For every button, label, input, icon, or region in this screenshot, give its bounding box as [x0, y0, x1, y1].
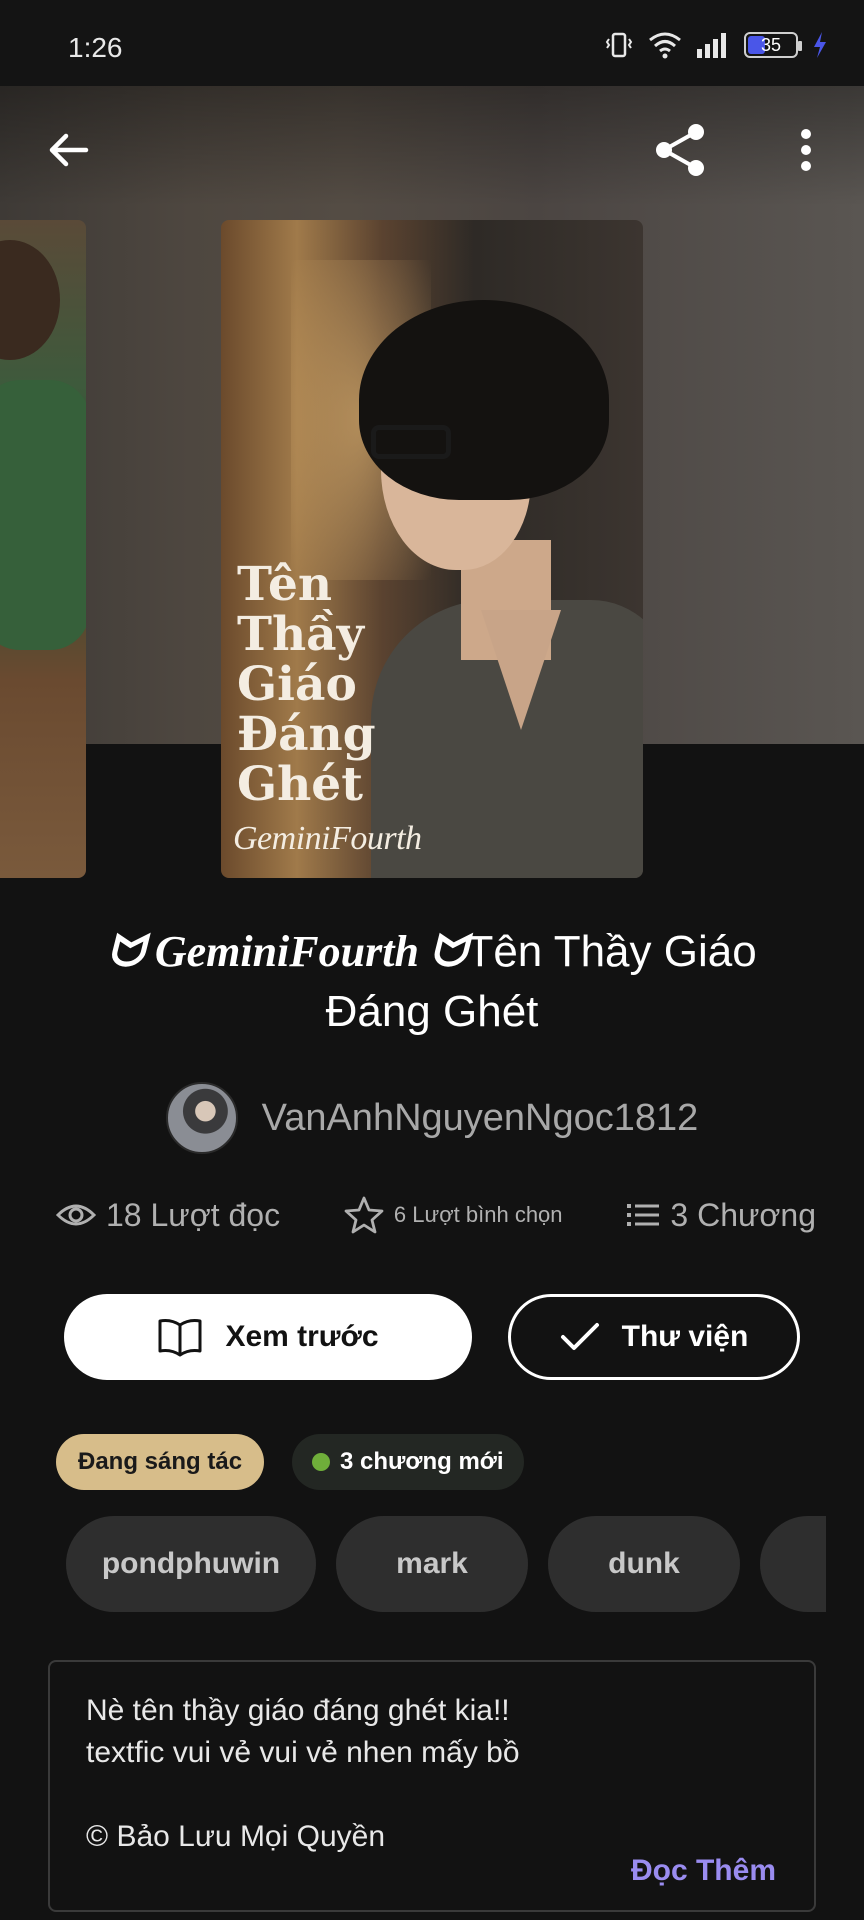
- list-icon: [627, 1204, 660, 1226]
- stat-reads: 18 Lượt đọc: [56, 1197, 280, 1234]
- charging-icon: [814, 32, 826, 58]
- eye-icon: [56, 1204, 96, 1226]
- preview-button-label: Xem trước: [225, 1320, 379, 1353]
- story-title-deco: ᗢ GeminiFourth ᗢ: [107, 927, 467, 976]
- new-chapters-badge: 3 chương mới: [292, 1434, 524, 1490]
- share-button[interactable]: [648, 118, 712, 182]
- star-icon: [344, 1196, 384, 1234]
- check-icon: [560, 1323, 599, 1350]
- tag-chip[interactable]: pondphuwin: [66, 1516, 316, 1612]
- description-line: Nè tên thầy giáo đáng ghét kia!!: [86, 1694, 510, 1727]
- tags-scroller[interactable]: pondphuwin mark dunk jo: [66, 1516, 826, 1614]
- description-line: textfic vui vẻ vui vẻ nhen mấy bồ: [86, 1736, 520, 1769]
- book-open-icon: [158, 1319, 202, 1357]
- back-button[interactable]: [36, 118, 100, 182]
- status-badge: Đang sáng tác: [56, 1434, 265, 1490]
- stat-votes: 6 Lượt bình chọn: [344, 1196, 563, 1234]
- story-stats: 18 Lượt đọc 6 Lượt bình chọn 3 Chương: [56, 1196, 816, 1234]
- tag-chip[interactable]: mark: [336, 1516, 528, 1612]
- status-time: 1:26: [68, 32, 123, 63]
- hero-shade: [0, 86, 864, 206]
- author-name[interactable]: VanAnhNguyenNgoc1812: [262, 1097, 699, 1140]
- new-chapters-label: 3 chương mới: [340, 1448, 504, 1475]
- preview-button[interactable]: Xem trước: [64, 1294, 472, 1380]
- back-arrow-icon: [49, 133, 89, 167]
- status-bar: 1:26 35: [0, 0, 864, 86]
- share-icon: [656, 124, 704, 176]
- status-icons: 35: [604, 30, 828, 60]
- battery-icon: 35: [744, 32, 802, 58]
- author-row[interactable]: VanAnhNguyenNgoc1812: [0, 1082, 864, 1154]
- new-indicator-dot: [312, 1453, 330, 1471]
- cover-author: GeminiFourth: [233, 820, 422, 857]
- tag-chip[interactable]: dunk: [548, 1516, 740, 1612]
- more-vert-icon: [801, 129, 811, 171]
- story-title: ᗢ GeminiFourth ᗢTên Thầy Giáo Đáng Ghét: [60, 922, 804, 1042]
- signal-icon: [697, 33, 726, 58]
- description-box: Nè tên thầy giáo đáng ghét kia!! textfic…: [48, 1660, 816, 1912]
- tag-chip[interactable]: jo: [760, 1516, 826, 1612]
- copyright-text: © Bảo Lưu Mọi Quyền: [86, 1820, 386, 1853]
- wifi-icon: [649, 32, 681, 59]
- more-options-button[interactable]: [774, 118, 838, 182]
- library-button[interactable]: Thư viện: [508, 1294, 800, 1380]
- stat-chapters: 3 Chương: [626, 1197, 816, 1234]
- battery-level: 35: [760, 34, 782, 55]
- cover-title: Tên Thầy Giáo Đáng Ghét: [237, 557, 376, 812]
- read-more-link[interactable]: Đọc Thêm: [631, 1854, 776, 1888]
- library-button-label: Thư viện: [621, 1320, 749, 1353]
- author-avatar[interactable]: [165, 1082, 238, 1154]
- previous-cover[interactable]: [0, 220, 86, 878]
- vibrate-icon: [605, 32, 633, 58]
- book-cover[interactable]: Tên Thầy Giáo Đáng Ghét GeminiFourth: [221, 220, 643, 878]
